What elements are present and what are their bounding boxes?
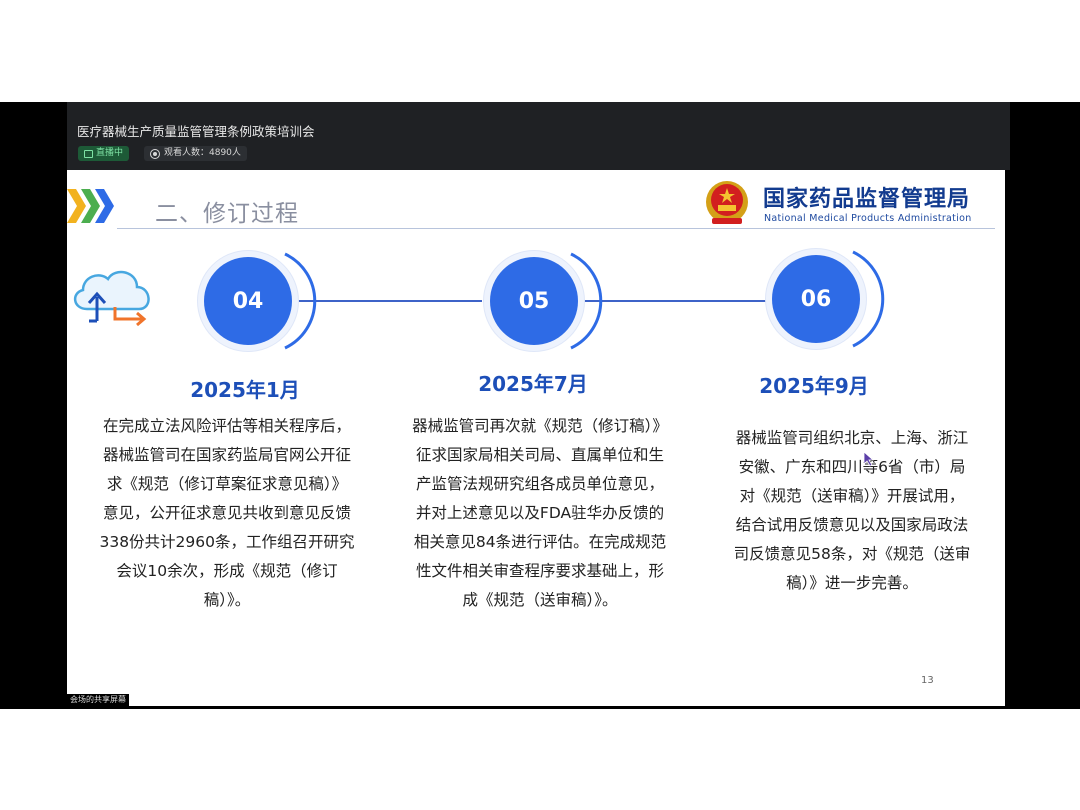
desc-line: 相关意见84条进行评估。在完成规范: [413, 533, 667, 551]
viewer-count-text: 观看人数：4890人: [164, 148, 241, 158]
node-arc-06: [852, 250, 885, 348]
live-status-badge: 直播中: [78, 146, 130, 161]
live-status-text: 直播中: [96, 148, 124, 158]
org-name-cn: 国家药品监督管理局: [763, 187, 971, 212]
step-date-05: 2025年7月: [478, 372, 588, 396]
desc-line: 性文件相关审查程序要求基础上，形: [415, 562, 664, 580]
desc-line: 338份共计2960条，工作组召开研究: [99, 533, 355, 551]
desc-line: 器械监管司再次就《规范（修订稿）》: [412, 417, 668, 435]
mouse-cursor-icon: [863, 451, 875, 467]
live-icon: [84, 149, 93, 158]
desc-line: 对《规范（送审稿）》开展试用，: [739, 487, 965, 505]
desc-line: 成《规范（送审稿）》。: [462, 591, 618, 609]
node-arc-05: [570, 252, 603, 350]
node-arc-04: [284, 252, 317, 350]
timeline-connector-2: [582, 300, 777, 302]
presentation-slide: 二、修订过程 国家药品监督管理局 National Medical Produc…: [67, 170, 1005, 706]
desc-line: 结合试用反馈意见以及国家局政法: [735, 516, 969, 534]
step-desc-04: 在完成立法风险评估等相关程序后， 器械监管司在国家药监局官网公开征 求《规范（修…: [77, 412, 377, 615]
shared-screen-label: 会场的共享屏幕: [67, 694, 129, 706]
live-title: 医疗器械生产质量监管管理条例政策培训会: [77, 124, 315, 139]
viewer-count: 观看人数：4890人: [144, 146, 247, 161]
section-title: 二、修订过程: [155, 201, 299, 227]
step-desc-05: 器械监管司再次就《规范（修订稿）》 征求国家局相关司局、直属单位和生 产监管法规…: [385, 412, 695, 615]
desc-line: 并对上述意见以及FDA驻华办反馈的: [415, 504, 665, 522]
national-emblem-icon: [706, 181, 748, 224]
desc-line: 产监管法规研究组各成员单位意见，: [415, 475, 664, 493]
timeline-connector-1: [292, 300, 482, 302]
chevron-arrows-icon: [67, 189, 114, 223]
desc-line: 器械监管司组织北京、上海、浙江: [735, 429, 969, 447]
desc-line: 在完成立法风险评估等相关程序后，: [102, 417, 351, 435]
desc-line: 器械监管司在国家药监局官网公开征: [102, 446, 351, 464]
page-number: 13: [921, 675, 934, 686]
desc-line: 会议10余次，形成《规范（修订: [116, 562, 338, 580]
step-desc-06: 器械监管司组织北京、上海、浙江 安徽、广东和四川等6省（市）局 对《规范（送审稿…: [707, 424, 997, 598]
desc-line: 意见，公开征求意见共收到意见反馈: [102, 504, 351, 522]
desc-line: 求《规范（修订草案征求意见稿）》: [106, 475, 348, 493]
desc-line: 稿）》进一步完善。: [786, 574, 918, 592]
step-date-04: 2025年1月: [190, 378, 300, 402]
org-name-en: National Medical Products Administration: [764, 213, 972, 224]
cloud-upload-icon: [74, 270, 150, 327]
eye-icon: [150, 148, 160, 159]
step-date-06: 2025年9月: [759, 374, 869, 398]
desc-line: 司反馈意见58条，对《规范（送审: [733, 545, 971, 563]
title-divider: [117, 228, 995, 229]
desc-line: 征求国家局相关司局、直属单位和生: [415, 446, 664, 464]
desc-line: 稿）》。: [203, 591, 251, 609]
desc-line: 安徽、广东和四川等6省（市）局: [738, 458, 966, 476]
